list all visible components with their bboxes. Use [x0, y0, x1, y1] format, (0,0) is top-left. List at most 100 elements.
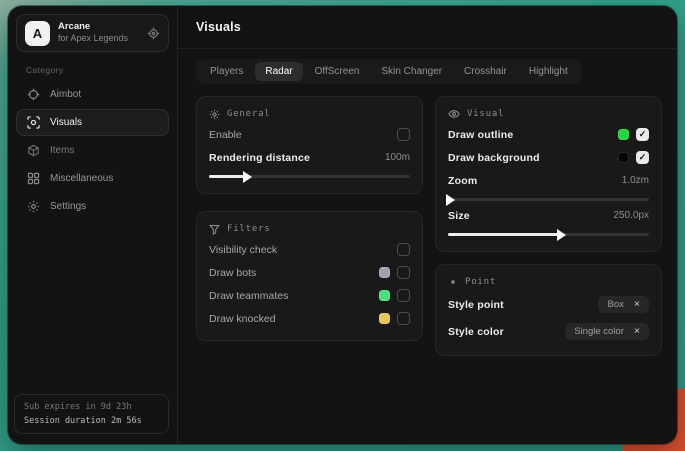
- left-column: General Enable Rendering distance 100m: [196, 96, 423, 341]
- gear-icon: [27, 200, 40, 213]
- sidebar-item-visuals[interactable]: Visuals: [16, 109, 169, 136]
- style-point-label: Style point: [448, 299, 504, 311]
- settings-grid: General Enable Rendering distance 100m: [178, 86, 677, 356]
- brand-card: A Arcane for Apex Legends: [16, 14, 169, 52]
- sidebar-item-items[interactable]: Items: [16, 137, 169, 164]
- draw-knocked-color-swatch[interactable]: [379, 313, 390, 324]
- zoom-slider[interactable]: [448, 198, 649, 201]
- filters-card-header: Filters: [209, 221, 410, 237]
- rendering-distance-label: Rendering distance: [209, 152, 310, 164]
- slider-fill: [448, 233, 559, 236]
- size-row: Size 250.0px: [448, 205, 649, 226]
- brand-text: Arcane for Apex Legends: [58, 21, 139, 44]
- main-header: Visuals: [178, 6, 677, 49]
- general-card-header: General: [209, 106, 410, 122]
- style-color-select[interactable]: Single color ×: [565, 323, 649, 340]
- tab-skin-changer[interactable]: Skin Changer: [371, 62, 452, 81]
- general-card: General Enable Rendering distance 100m: [196, 96, 423, 194]
- dot-icon: [448, 277, 458, 287]
- draw-outline-label: Draw outline: [448, 129, 513, 141]
- grid-icon: [27, 172, 40, 185]
- draw-background-checkbox[interactable]: ✓: [636, 151, 649, 164]
- slider-thumb[interactable]: [243, 171, 252, 183]
- zoom-label: Zoom: [448, 175, 477, 187]
- sidebar-item-aimbot[interactable]: Aimbot: [16, 81, 169, 108]
- section-title: Point: [465, 277, 496, 287]
- style-color-value: Single color: [574, 326, 624, 337]
- enable-checkbox[interactable]: [397, 128, 410, 141]
- style-color-label: Style color: [448, 326, 504, 338]
- app-window: A Arcane for Apex Legends Category: [8, 6, 677, 444]
- style-color-row: Style color Single color ×: [448, 319, 649, 344]
- style-point-select[interactable]: Box ×: [598, 296, 649, 313]
- subscription-info-card: Sub expires in 9d 23h Session duration 2…: [14, 394, 169, 434]
- funnel-icon: [209, 224, 220, 235]
- draw-outline-checkbox[interactable]: ✓: [636, 128, 649, 141]
- style-point-value: Box: [607, 299, 623, 310]
- package-icon: [27, 144, 40, 157]
- target-settings-icon[interactable]: [147, 27, 160, 40]
- section-title: Filters: [227, 224, 271, 234]
- brand-title: Arcane: [58, 21, 139, 33]
- right-column: Visual Draw outline ✓ Draw background: [435, 96, 662, 356]
- main-content: Visuals Players Radar OffScreen Skin Cha…: [178, 6, 677, 444]
- eye-scan-icon: [27, 116, 40, 129]
- close-icon[interactable]: ×: [634, 299, 640, 310]
- draw-background-label: Draw background: [448, 152, 540, 164]
- page-title: Visuals: [196, 20, 241, 34]
- sidebar-item-label: Visuals: [50, 117, 82, 128]
- sidebar-item-label: Items: [50, 145, 74, 156]
- size-value: 250.0px: [613, 210, 649, 221]
- eye-icon: [448, 108, 460, 120]
- category-label: Category: [26, 65, 177, 75]
- draw-teammates-label: Draw teammates: [209, 290, 288, 302]
- close-icon[interactable]: ×: [634, 326, 640, 337]
- draw-knocked-checkbox[interactable]: [397, 312, 410, 325]
- sidebar-nav: Aimbot Visuals Items: [8, 81, 177, 220]
- tab-crosshair[interactable]: Crosshair: [454, 62, 517, 81]
- rendering-distance-slider[interactable]: [209, 175, 410, 178]
- sidebar-item-miscellaneous[interactable]: Miscellaneous: [16, 165, 169, 192]
- draw-outline-row: Draw outline ✓: [448, 124, 649, 145]
- slider-thumb[interactable]: [557, 229, 566, 241]
- section-title: General: [227, 109, 271, 119]
- draw-background-color-swatch[interactable]: [618, 152, 629, 163]
- draw-bots-color-swatch[interactable]: [379, 267, 390, 278]
- draw-bots-checkbox[interactable]: [397, 266, 410, 279]
- visibility-check-checkbox[interactable]: [397, 243, 410, 256]
- draw-bots-label: Draw bots: [209, 267, 256, 279]
- tab-players[interactable]: Players: [200, 62, 253, 81]
- tab-bar: Players Radar OffScreen Skin Changer Cro…: [196, 59, 582, 84]
- sidebar-item-label: Aimbot: [50, 89, 81, 100]
- app-logo: A: [25, 21, 50, 46]
- size-label: Size: [448, 210, 470, 222]
- brand-subtitle: for Apex Legends: [58, 33, 139, 44]
- rendering-distance-row: Rendering distance 100m: [209, 147, 410, 168]
- rendering-distance-value: 100m: [385, 152, 410, 163]
- draw-background-row: Draw background ✓: [448, 147, 649, 168]
- enable-label: Enable: [209, 129, 242, 141]
- visibility-check-row: Visibility check: [209, 239, 410, 260]
- draw-teammates-checkbox[interactable]: [397, 289, 410, 302]
- draw-outline-color-swatch[interactable]: [618, 129, 629, 140]
- style-point-row: Style point Box ×: [448, 292, 649, 317]
- tab-radar[interactable]: Radar: [255, 62, 302, 81]
- visual-card: Visual Draw outline ✓ Draw background: [435, 96, 662, 252]
- zoom-row: Zoom 1.0zm: [448, 170, 649, 191]
- point-card-header: Point: [448, 274, 649, 290]
- draw-knocked-row: Draw knocked: [209, 308, 410, 329]
- draw-teammates-color-swatch[interactable]: [379, 290, 390, 301]
- tab-row: Players Radar OffScreen Skin Changer Cro…: [178, 49, 677, 86]
- slider-fill: [209, 175, 245, 178]
- tab-offscreen[interactable]: OffScreen: [305, 62, 370, 81]
- tab-highlight[interactable]: Highlight: [519, 62, 578, 81]
- sub-expires-text: Sub expires in 9d 23h: [24, 400, 159, 414]
- draw-bots-row: Draw bots: [209, 262, 410, 283]
- draw-teammates-row: Draw teammates: [209, 285, 410, 306]
- point-card: Point Style point Box × Style color Sing…: [435, 264, 662, 356]
- sidebar-item-label: Miscellaneous: [50, 173, 113, 184]
- sidebar-item-settings[interactable]: Settings: [16, 193, 169, 220]
- slider-thumb[interactable]: [446, 194, 455, 206]
- size-slider[interactable]: [448, 233, 649, 236]
- visibility-check-label: Visibility check: [209, 244, 277, 256]
